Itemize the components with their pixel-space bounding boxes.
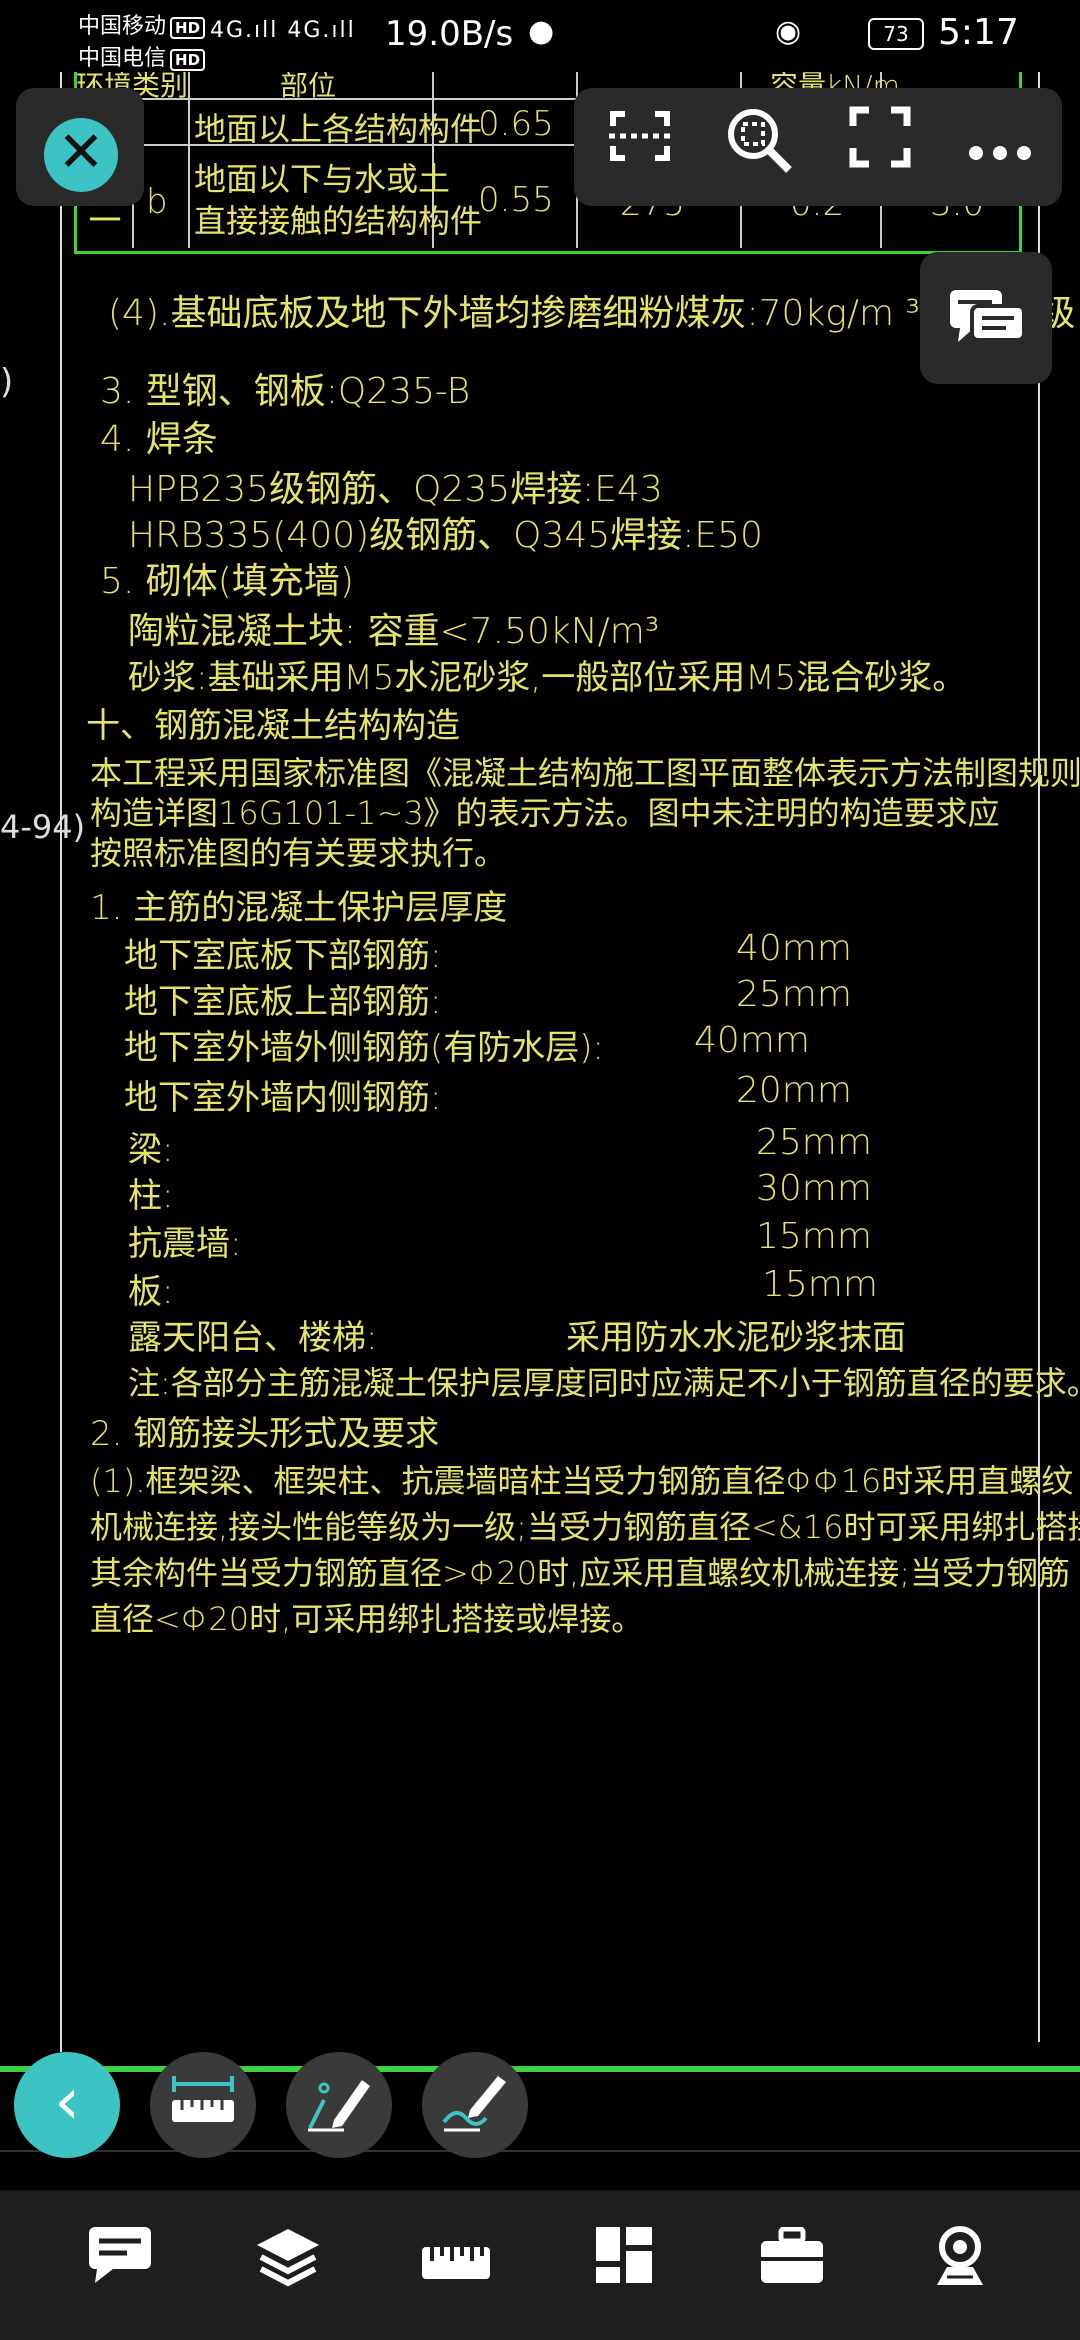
chevron-left-icon: ‹: [54, 2065, 80, 2139]
table-cell: 地面以上各结构构件: [194, 110, 483, 148]
nav-grid-button[interactable]: [584, 2225, 664, 2305]
pen-line-icon: [308, 2080, 370, 2132]
doc-line: (1).框架梁、框架柱、抗震墙暗柱当受力钢筋直径ΦΦ16时采用直螺纹: [90, 1462, 1074, 1500]
cover-value: 采用防水水泥砂浆抹面: [566, 1318, 906, 1358]
cover-label: 板:: [128, 1272, 174, 1312]
close-icon: ✕: [57, 120, 105, 185]
doc-line: 其余构件当受力钢筋直径>Φ20时,应采用直螺纹机械连接;当受力钢筋: [90, 1554, 1071, 1592]
comment-button[interactable]: [920, 252, 1052, 384]
doc-line: 机械连接,接头性能等级为一级;当受力钢筋直径<&16时可采用绑扎搭接。: [90, 1508, 1080, 1546]
frame-line-left: [60, 72, 62, 2052]
doc-line: 2. 钢筋接头形式及要求: [90, 1414, 440, 1454]
nav-layers-button[interactable]: [248, 2225, 328, 2305]
cover-value: 25mm: [736, 974, 852, 1015]
doc-line: 5. 砌体(填充墙): [100, 561, 354, 602]
doc-line: HPB235级钢筋、Q235焊接:E43: [128, 469, 663, 510]
doc-line: 按照标准图的有关要求执行。: [90, 834, 507, 872]
cover-value: 40mm: [694, 1020, 810, 1061]
cover-value: 40mm: [736, 928, 852, 969]
doc-line: 直径<Φ20时,可采用绑扎搭接或焊接。: [90, 1600, 644, 1638]
message-icon: [89, 2227, 151, 2283]
robot-view-icon: [937, 2226, 983, 2285]
net-speed: 19.0B/s: [385, 14, 514, 54]
draw-curve-button[interactable]: [422, 2052, 528, 2158]
layers-icon: [257, 2229, 319, 2287]
table-cell: 0.65: [478, 104, 554, 144]
top-toolbar: [574, 88, 1062, 206]
cover-label: 露天阳台、楼梯:: [128, 1318, 378, 1358]
doc-line: 注:各部分主筋混凝土保护层厚度同时应满足不小于钢筋直径的要求。: [128, 1364, 1080, 1402]
status-bar: 中国移动 HD 中国电信 HD 4G.ıll 4G.ıll 19.0B/s ● ◉ …: [0, 0, 1080, 72]
close-button[interactable]: ✕: [44, 118, 118, 192]
cover-label: 地下室外墙内侧钢筋:: [124, 1078, 442, 1118]
carrier-2: 中国电信 HD: [78, 40, 206, 72]
table-cell: 地面以下与水或土: [194, 160, 451, 198]
cover-value: 20mm: [736, 1070, 852, 1111]
doc-line: 陶粒混凝土块: 容重<7.50kN/m³: [128, 611, 660, 652]
doc-line: 1. 主筋的混凝土保护层厚度: [90, 888, 508, 928]
dashboard-icon: [596, 2227, 652, 2283]
doc-line: 4. 焊条: [100, 419, 218, 460]
fullscreen-icon: [849, 106, 911, 168]
bottom-nav: [0, 2190, 1080, 2340]
cover-value: 25mm: [756, 1122, 872, 1163]
zoom-button[interactable]: [720, 106, 800, 186]
table-header: 部位: [280, 72, 337, 102]
cover-value: 30mm: [756, 1168, 872, 1209]
cover-label: 地下室外墙外侧钢筋(有防水层):: [124, 1028, 604, 1068]
doc-line: 砂浆:基础采用M5水泥砂浆,一般部位采用M5混合砂浆。: [128, 658, 967, 698]
pen-curve-icon: [442, 2076, 506, 2132]
cad-drawing-canvas[interactable]: 环境类别 部位 容量kN/m 地面以上各结构构件 0.65 二 b 地面以下与水…: [0, 72, 1080, 2052]
cover-label: 抗震墙:: [128, 1224, 242, 1264]
nav-toolbox-button[interactable]: [752, 2225, 832, 2305]
clock: 5:17: [938, 12, 1019, 53]
cover-label: 梁:: [128, 1130, 174, 1170]
doc-line: HRB335(400)级钢筋、Q345焊接:E50: [128, 515, 763, 556]
margin-text: 4-94): [0, 808, 86, 846]
nav-measure-button[interactable]: [416, 2225, 496, 2305]
penguin-icon: ●: [528, 14, 555, 49]
eye-icon: ◉: [775, 14, 802, 49]
comment-icon: [950, 290, 1026, 342]
cover-value: 15mm: [762, 1264, 878, 1305]
margin-text: ): [0, 362, 14, 402]
table-cell: b: [146, 182, 168, 222]
briefcase-icon: [761, 2226, 823, 2283]
cover-value: 15mm: [756, 1216, 872, 1257]
doc-line: 3. 型钢、钢板:Q235-B: [100, 371, 471, 412]
cover-label: 地下室底板上部钢筋:: [124, 982, 442, 1022]
more-icon: [969, 146, 1031, 160]
doc-line: 十、钢筋混凝土结构构造: [86, 706, 460, 746]
battery-icon: 73: [868, 18, 924, 50]
zoom-icon: [728, 109, 792, 173]
measure-distance-button[interactable]: [150, 2052, 256, 2158]
scan-icon: [609, 111, 671, 161]
draw-line-button[interactable]: [286, 2052, 392, 2158]
cover-label: 柱:: [128, 1176, 174, 1216]
table-cell: 0.55: [478, 180, 554, 220]
nav-comments-button[interactable]: [80, 2225, 160, 2305]
cover-label: 地下室底板下部钢筋:: [124, 936, 442, 976]
collapse-tools-button[interactable]: ‹: [14, 2052, 120, 2158]
more-button[interactable]: [960, 106, 1040, 186]
fullscreen-button[interactable]: [840, 106, 920, 186]
ruler-icon: [422, 2247, 490, 2279]
signal-icon: 4G.ıll 4G.ıll: [210, 18, 356, 43]
nav-view-button[interactable]: [920, 2225, 1000, 2305]
carrier-1: 中国移动 HD: [78, 8, 206, 40]
ruler-icon: [172, 2076, 234, 2122]
scan-frame-button[interactable]: [600, 106, 680, 186]
table-cell: 直接接触的结构构件: [194, 202, 483, 240]
